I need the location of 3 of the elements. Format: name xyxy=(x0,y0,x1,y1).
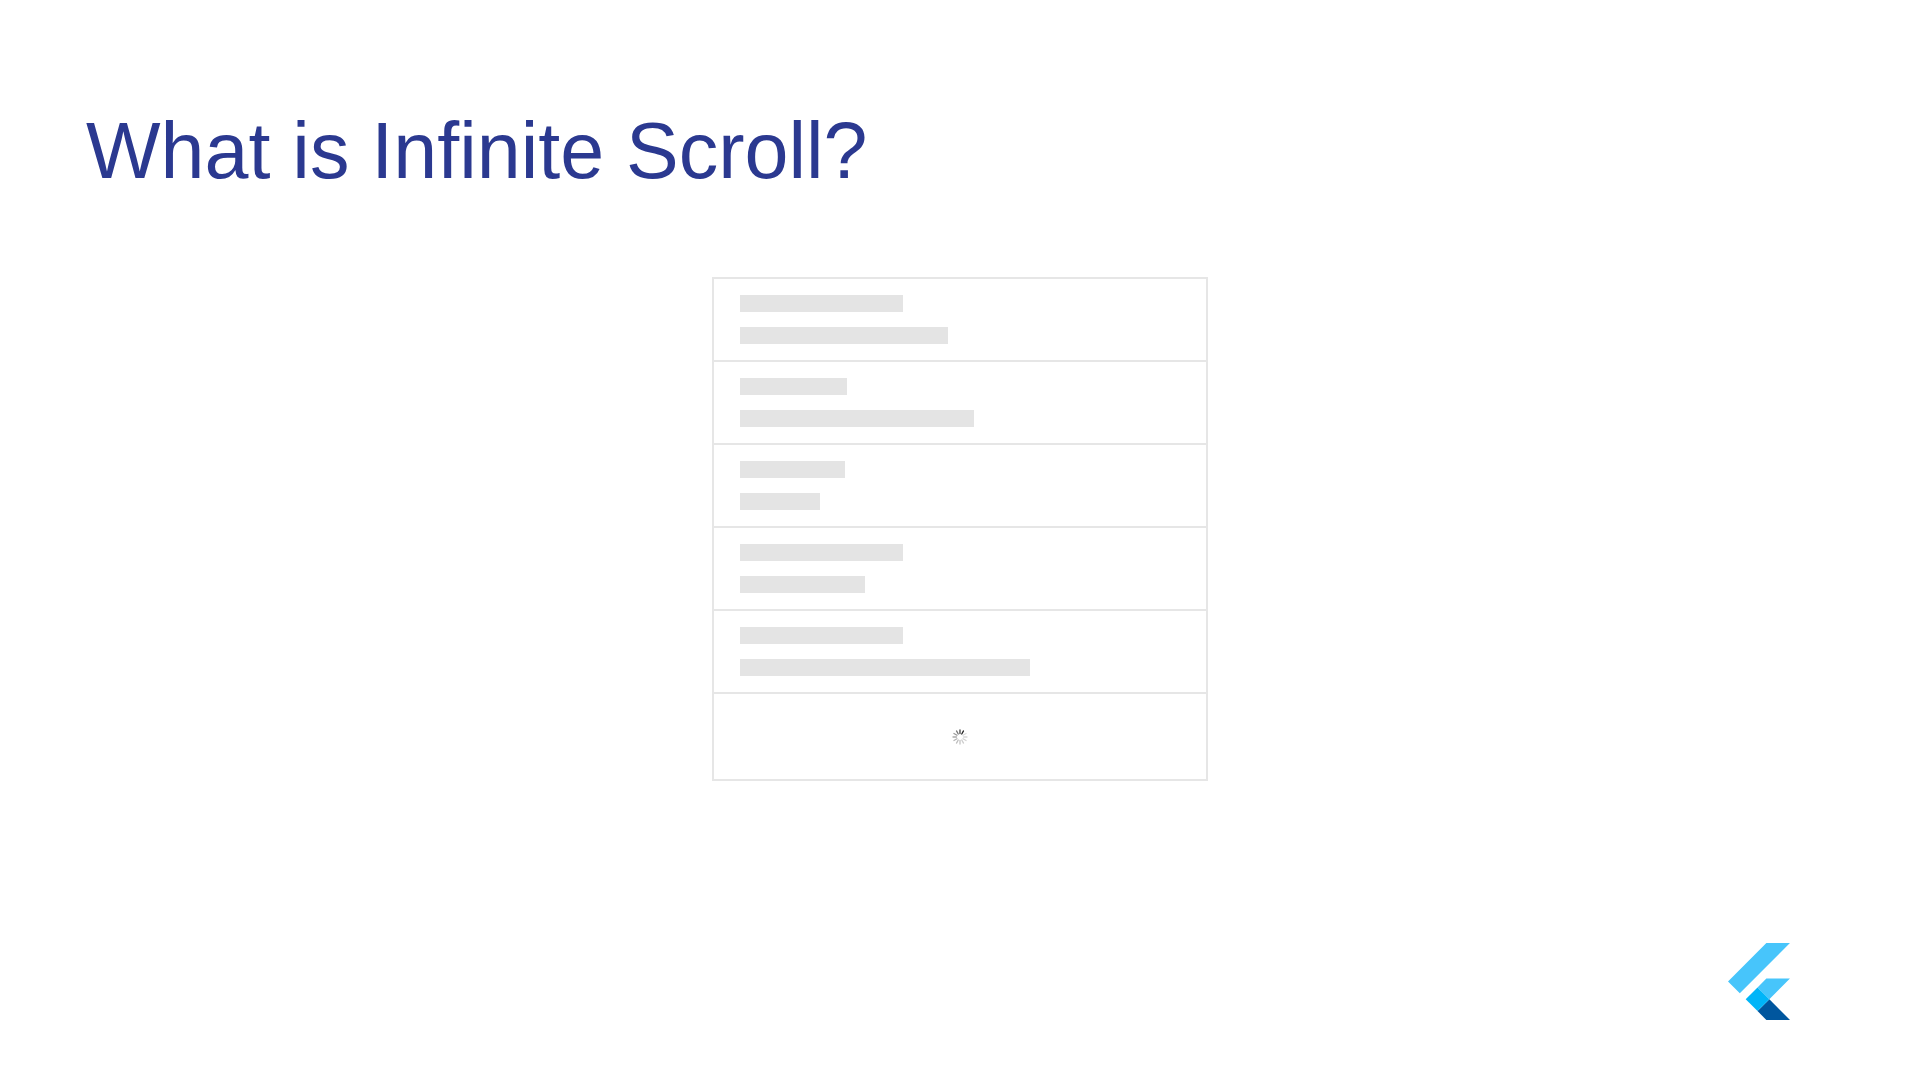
loading-spinner-icon xyxy=(952,728,968,745)
flutter-logo-icon xyxy=(1728,943,1790,1020)
slide-title: What is Infinite Scroll? xyxy=(86,111,868,190)
